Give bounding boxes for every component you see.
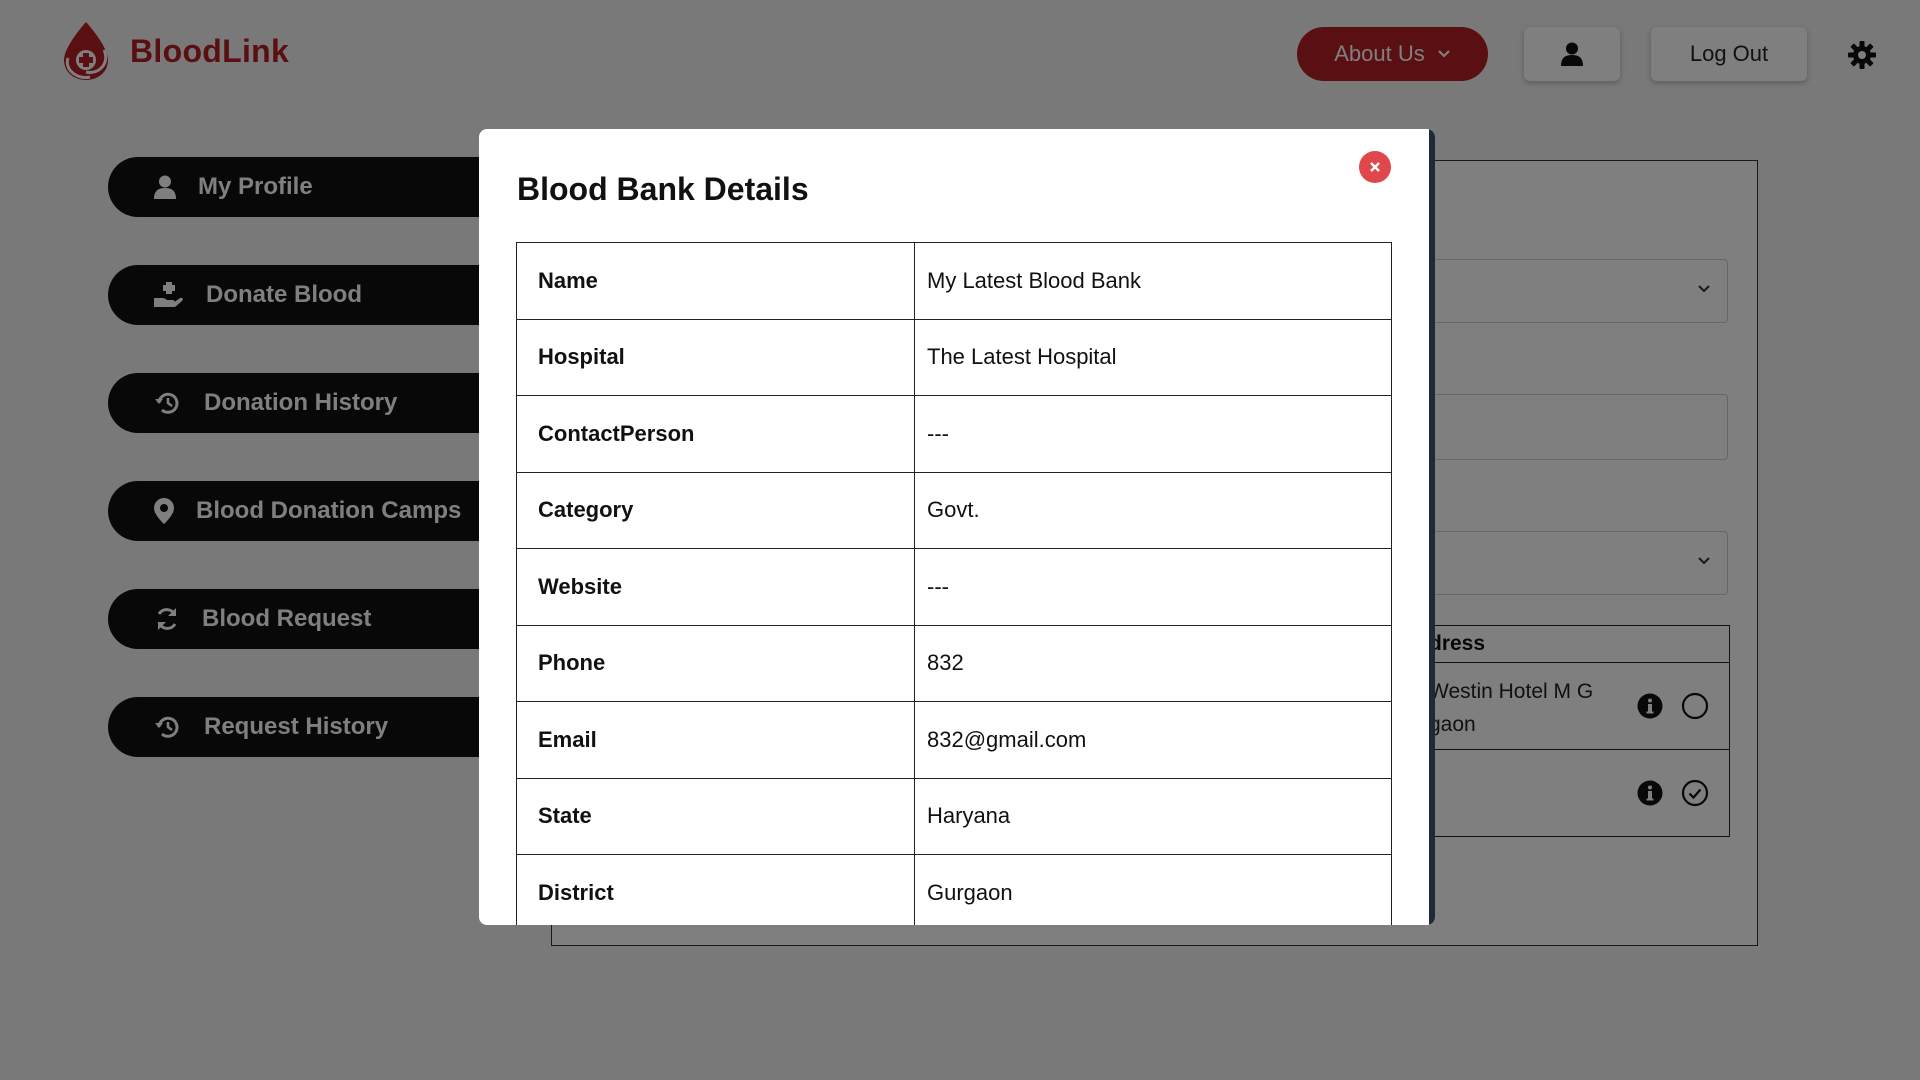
- details-key: State: [516, 777, 915, 855]
- details-row-category: Category Govt.: [516, 471, 1392, 549]
- details-row-district: District Gurgaon: [516, 854, 1392, 925]
- details-row-hospital: Hospital The Latest Hospital: [516, 318, 1392, 396]
- details-value: Govt.: [914, 471, 1392, 549]
- details-key: Name: [516, 242, 915, 320]
- modal-scrollbar[interactable]: [1429, 129, 1435, 925]
- details-key: District: [516, 854, 915, 925]
- details-value: My Latest Blood Bank: [914, 242, 1392, 320]
- details-key: Phone: [516, 624, 915, 702]
- details-row-phone: Phone 832: [516, 624, 1392, 702]
- details-row-name: Name My Latest Blood Bank: [516, 242, 1392, 320]
- details-row-state: State Haryana: [516, 777, 1392, 855]
- details-table: Name My Latest Blood Bank Hospital The L…: [516, 242, 1392, 925]
- details-value: 832@gmail.com: [914, 701, 1392, 779]
- details-key: Hospital: [516, 318, 915, 396]
- details-key: Category: [516, 471, 915, 549]
- details-value: The Latest Hospital: [914, 318, 1392, 396]
- details-key: Website: [516, 548, 915, 626]
- details-value: ---: [914, 548, 1392, 626]
- modal-close-button[interactable]: [1359, 151, 1391, 183]
- details-row-email: Email 832@gmail.com: [516, 701, 1392, 779]
- close-icon: [1370, 162, 1380, 172]
- details-value: 832: [914, 624, 1392, 702]
- details-row-contact-person: ContactPerson ---: [516, 395, 1392, 473]
- details-value: Gurgaon: [914, 854, 1392, 925]
- details-key: ContactPerson: [516, 395, 915, 473]
- details-value: Haryana: [914, 777, 1392, 855]
- details-row-website: Website ---: [516, 548, 1392, 626]
- blood-bank-details-modal: Blood Bank Details Name My Latest Blood …: [479, 129, 1435, 925]
- details-key: Email: [516, 701, 915, 779]
- details-value: ---: [914, 395, 1392, 473]
- modal-title: Blood Bank Details: [517, 171, 809, 207]
